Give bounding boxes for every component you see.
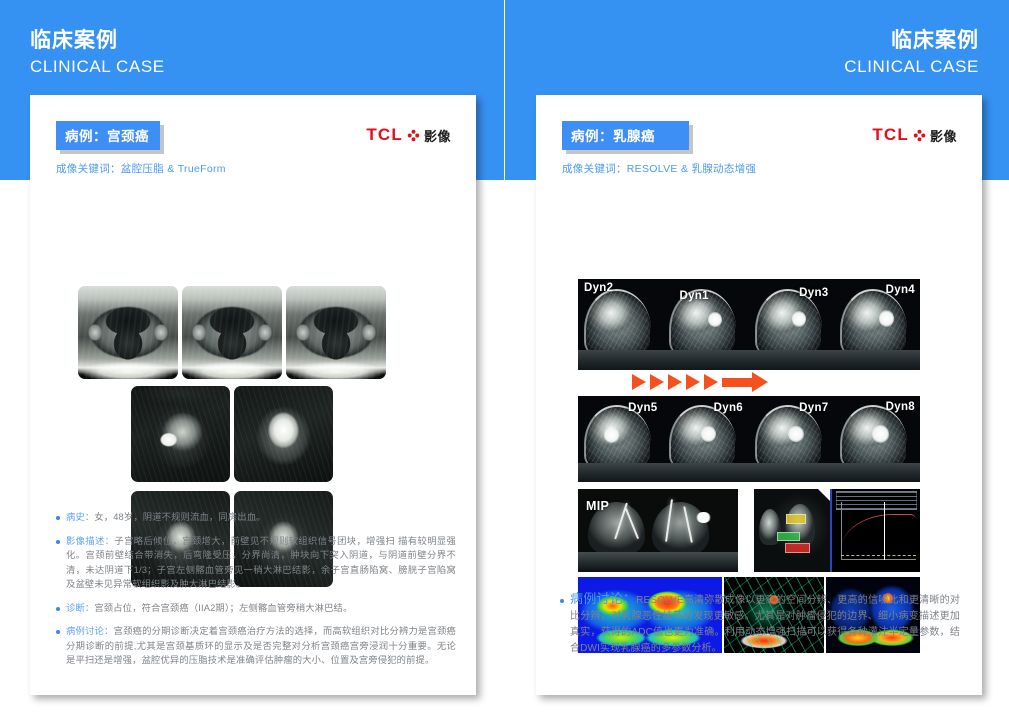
header-title-left: 临床案例 CLINICAL CASE (30, 28, 165, 78)
bullet-dot-icon (56, 630, 60, 634)
card-header-left: 病例：宫颈癌 成像关键词：盆腔压脂 & TrueForm TCL 影像 (30, 95, 476, 181)
dyn-label-7: Dyn8 (885, 401, 915, 413)
tcl-clover-mark-left (407, 129, 420, 142)
note-imaging-description: 影像描述：子宫略后倾位，宫颈增大，前壁见不规则软组织信号团块，增强扫 描有较明显… (56, 534, 456, 592)
dyn-label-2: Dyn3 (799, 287, 829, 299)
note-diagnosis-text: 宫颈占位，符合宫颈癌（IIA2期）；左侧髂血管旁稍大淋巴结。 (94, 602, 353, 613)
tcl-logo-left: TCL 影像 (366, 125, 451, 145)
note-history: 病史：女，48岁，阴道不规则流血，同房出血。 (56, 510, 456, 525)
note-case-discussion-right: 病例讨论：RESOLVE高清弥散成像以更高的空间分辨、更高的信噪比和更清晰的对比… (560, 591, 960, 657)
slide-card-cervical-cancer: 病例：宫颈癌 成像关键词：盆腔压脂 & TrueForm TCL 影像 病史：女… (30, 95, 476, 695)
header-title-right-en: CLINICAL CASE (844, 57, 979, 76)
dyn-label-3: Dyn4 (885, 284, 915, 296)
imaging-keywords-left: 成像关键词：盆腔压脂 & TrueForm (56, 163, 226, 175)
note-diagnosis-label: 诊断： (66, 602, 95, 613)
slide-card-breast-cancer: 病例：乳腺癌 成像关键词：RESOLVE & 乳腺动态增强 TCL 影像 Dyn… (536, 95, 982, 695)
bullet-dot-icon (56, 516, 60, 520)
header-title-left-en: CLINICAL CASE (30, 57, 165, 76)
tcl-logo-right: TCL 影像 (872, 125, 957, 145)
note-case-discussion: 病例讨论：宫颈癌的分期诊断决定着宫颈癌治疗方法的选择，而高软组织对比分辨力是宫颈… (56, 624, 456, 668)
axial-t2-slice-3 (286, 286, 386, 379)
dyn-label-1: Dyn1 (679, 290, 709, 302)
imaging-keywords-right: 成像关键词：RESOLVE & 乳腺动态增强 (562, 163, 757, 175)
case-badge-right: 病例：乳腺癌 (562, 121, 689, 150)
note-history-text: 女，48岁，阴道不规则流血，同房出血。 (94, 512, 266, 522)
header-title-right-cn: 临床案例 (891, 29, 979, 52)
header-title-right: 临床案例 CLINICAL CASE (844, 28, 979, 78)
note-imaging-text: 子宫略后倾位，宫颈增大，前壁见不规则软组织信号团块，增强扫 描有较明显强化。宫颈… (66, 535, 456, 590)
mip-image: MIP (578, 489, 738, 572)
arrow-head-icon (722, 372, 768, 392)
bullet-dot-icon (56, 539, 60, 544)
dynamic-series-row-2: Dyn5 Dyn6 Dyn7 Dyn8 (578, 396, 920, 482)
tcl-wordmark-left: TCL (366, 125, 403, 144)
tcl-clover-mark-right (913, 129, 926, 142)
dyn-label-4: Dyn5 (628, 402, 658, 414)
axial-t2-slice-1 (78, 286, 178, 379)
slide-canvas: 临床案例 CLINICAL CASE 临床案例 CLINICAL CASE 病例… (0, 0, 1009, 713)
sagittal-fs-slice-2 (234, 386, 333, 482)
tcl-wordmark-right: TCL (872, 125, 909, 144)
roi-enhancement-curve-panel (754, 489, 920, 572)
bullet-dot-icon (56, 606, 60, 611)
chevron-icon (704, 374, 718, 390)
notes-right: 病例讨论：RESOLVE高清弥散成像以更高的空间分辨、更高的信噪比和更清晰的对比… (560, 591, 960, 666)
note-discussion-right-label: 病例讨论： (570, 591, 637, 606)
header-title-left-cn: 临床案例 (30, 29, 118, 52)
note-discussion-text: 宫颈癌的分期诊断决定着宫颈癌治疗方法的选择，而高软组织对比分辨力是宫颈癌分期诊断… (66, 626, 456, 665)
dynamic-series-row-1: Dyn2 Dyn1 Dyn3 Dyn4 (578, 279, 920, 370)
chevron-icon (650, 374, 664, 390)
tcl-imaging-label-right: 影像 (929, 128, 957, 144)
bullet-dot-icon (560, 599, 564, 603)
dyn-label-5: Dyn6 (713, 402, 743, 414)
case-badge-left: 病例：宫颈癌 (56, 121, 160, 150)
mip-label: MIP (586, 499, 610, 513)
dyn-label-0: Dyn2 (584, 282, 614, 294)
chevron-icon (686, 374, 700, 390)
tcl-imaging-label-left: 影像 (423, 128, 451, 144)
note-history-label: 病史： (66, 512, 95, 522)
note-imaging-label: 影像描述： (66, 535, 115, 546)
chevron-icon (632, 374, 646, 390)
note-discussion-label: 病例讨论： (66, 626, 114, 636)
sagittal-t2-slice-1 (131, 386, 230, 482)
card-header-right: 病例：乳腺癌 成像关键词：RESOLVE & 乳腺动态增强 TCL 影像 (536, 95, 982, 181)
time-progression-arrow (632, 371, 768, 393)
note-diagnosis: 诊断：宫颈占位，符合宫颈癌（IIA2期）；左侧髂血管旁稍大淋巴结。 (56, 601, 456, 616)
chevron-icon (668, 374, 682, 390)
notes-left: 病史：女，48岁，阴道不规则流血，同房出血。 影像描述：子宫略后倾位，宫颈增大，… (56, 510, 456, 677)
dyn-label-6: Dyn7 (799, 402, 829, 414)
axial-t2-slice-2 (182, 286, 282, 379)
